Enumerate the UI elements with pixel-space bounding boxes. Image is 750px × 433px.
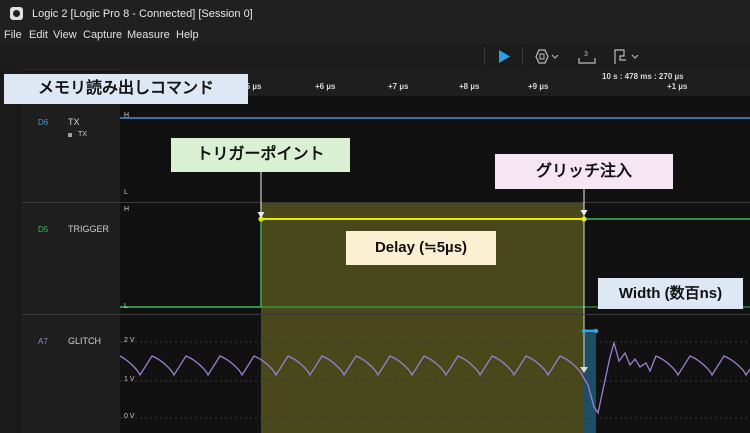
memory-read-callout: メモリ読み出しコマンド — [4, 74, 248, 104]
delay-callout: Delay (≒5µs) — [346, 231, 496, 265]
glitch-inject-callout: グリッチ注入 — [495, 154, 673, 189]
width-callout: Width (数百ns) — [598, 278, 743, 309]
trigger-point-callout: トリガーポイント — [171, 138, 350, 172]
annotation-pointers — [257, 172, 588, 218]
